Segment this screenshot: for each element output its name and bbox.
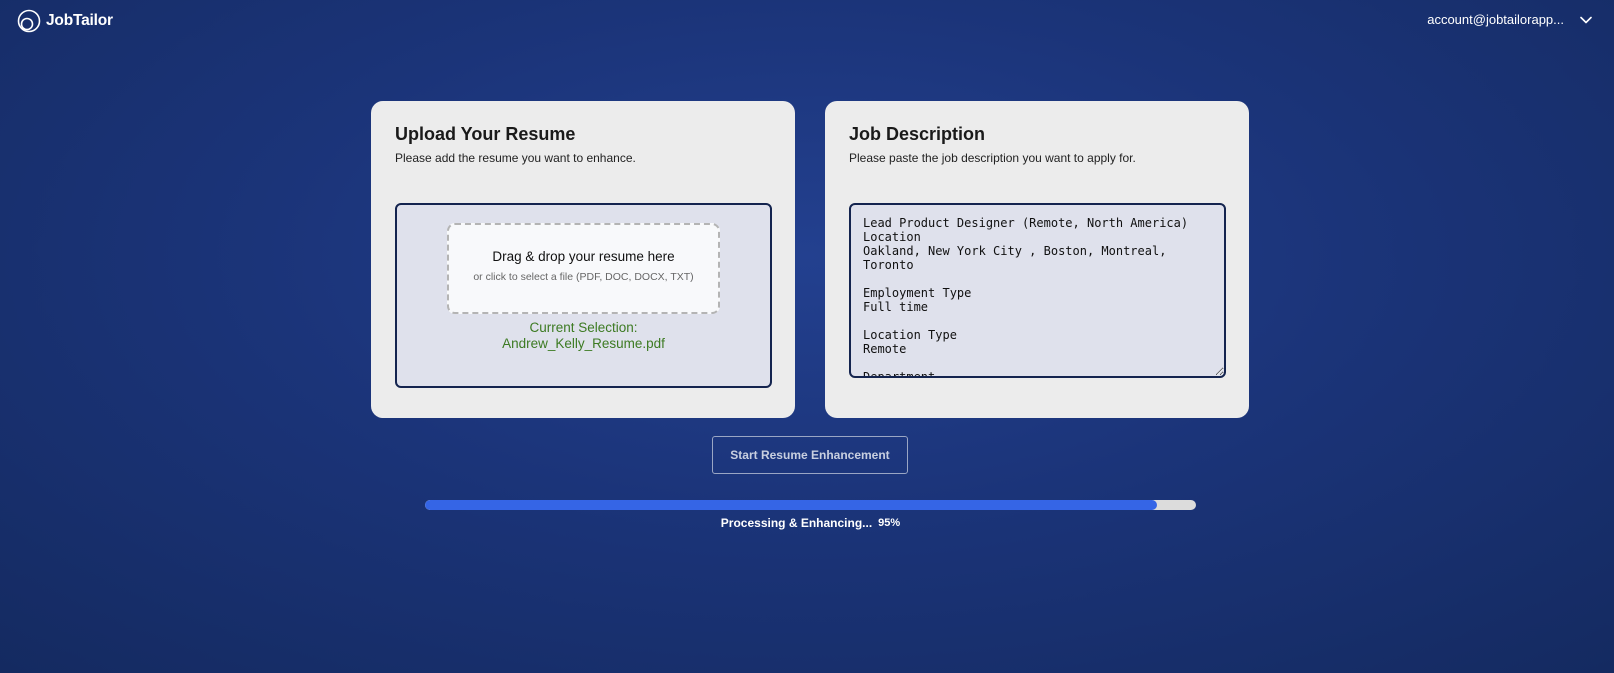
upload-area: Drag & drop your resume here or click to… [395, 203, 772, 388]
logo[interactable]: JobTailor [17, 9, 113, 33]
current-selection: Current Selection: Andrew_Kelly_Resume.p… [397, 320, 770, 352]
progress-percent: 95% [878, 517, 901, 529]
upload-resume-card: Upload Your Resume Please add the resume… [371, 101, 795, 418]
job-description-input[interactable]: Lead Product Designer (Remote, North Ame… [849, 203, 1226, 378]
progress-bar-fill [425, 500, 1158, 510]
jobtailor-rings-icon [17, 9, 41, 33]
dropzone-subtitle: or click to select a file (PDF, DOC, DOC… [473, 271, 694, 283]
job-card-title: Job Description [849, 124, 986, 144]
resume-dropzone[interactable]: Drag & drop your resume here or click to… [447, 223, 720, 314]
logo-text: JobTailor [46, 12, 113, 29]
progress-bar [425, 500, 1196, 510]
current-selection-label: Current Selection: [529, 320, 638, 335]
account-menu[interactable]: account@jobtailorapp... [1427, 12, 1592, 27]
progress-status: Processing & Enhancing... 95% [0, 516, 1614, 530]
current-selection-file: Andrew_Kelly_Resume.pdf [502, 336, 665, 351]
progress-status-text: Processing & Enhancing... [720, 516, 873, 530]
job-description-card: Job Description Please paste the job des… [825, 101, 1249, 418]
chevron-down-icon [1580, 16, 1592, 23]
job-card-subtitle: Please paste the job description you wan… [849, 151, 1136, 165]
account-email: account@jobtailorapp... [1427, 12, 1564, 27]
dropzone-title: Drag & drop your resume here [492, 249, 675, 264]
start-enhancement-button[interactable]: Start Resume Enhancement [712, 436, 908, 474]
upload-card-subtitle: Please add the resume you want to enhanc… [395, 151, 636, 165]
upload-card-title: Upload Your Resume [395, 124, 576, 144]
